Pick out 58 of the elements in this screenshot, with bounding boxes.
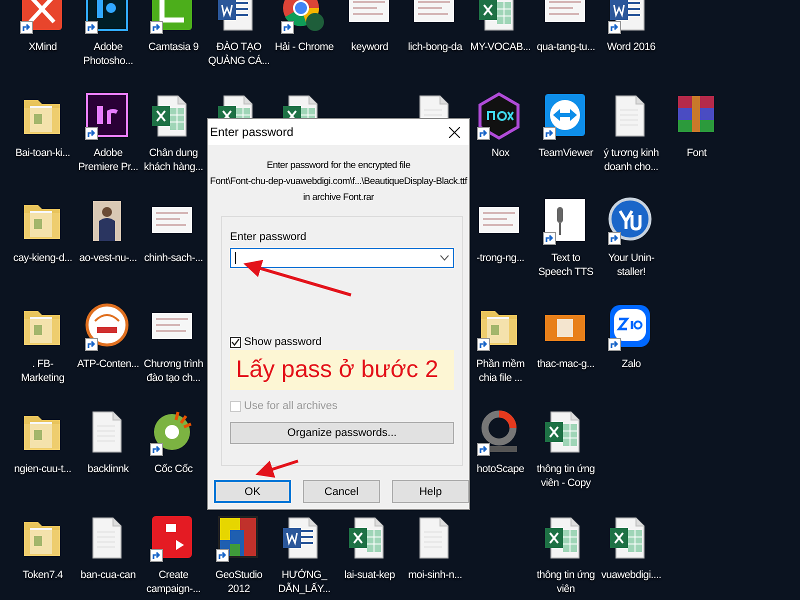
desktop-icon-label[interactable]: Token7.4	[22, 568, 63, 582]
desktop-icon-label[interactable]: ban-cua-can	[80, 568, 136, 582]
desktop-icon-label[interactable]: thông tin ứng viên	[534, 568, 598, 596]
desktop-icon-label[interactable]: chinh-sach-...	[144, 251, 203, 266]
desktop-icon-label[interactable]: vuawebdigi....	[601, 568, 662, 582]
field-label: Enter password	[230, 231, 308, 243]
desktop-icon-label[interactable]: moi-sinh-n...	[408, 568, 462, 582]
password-field[interactable]	[230, 248, 454, 268]
checkbox-label[interactable]: Show password	[244, 336, 322, 348]
desktop-icon-label[interactable]: thac-mac-g...	[537, 356, 594, 371]
desktop-icon-label[interactable]: Create campaign-...	[141, 568, 206, 596]
desktop-icon-label[interactable]: Nox	[492, 146, 510, 160]
organize-passwords-button[interactable]: Organize passwords...	[230, 422, 454, 444]
desktop-icon-label[interactable]: thông tin ứng viên - Copy	[534, 462, 598, 490]
desktop-icon-label[interactable]: Chương trình đào tạo ch...	[141, 356, 206, 385]
dialog-button[interactable]: OK	[214, 480, 291, 503]
checkbox[interactable]	[230, 336, 241, 348]
chevron-down-icon[interactable]	[440, 255, 449, 261]
dialog-message: in archive Font.rar	[303, 191, 374, 205]
dialog-button[interactable]: Help	[392, 480, 469, 503]
annotation-text: Lấy pass ở bước 2	[230, 350, 454, 390]
desktop-icon-label[interactable]: Phần mềm chia file ...	[468, 356, 532, 385]
desktop-icon-label[interactable]: -trong-ng...	[476, 251, 524, 266]
desktop-icon-label[interactable]: ĐÀO TẠO QUẢNG CÁ...	[206, 40, 271, 68]
desktop-icon-label[interactable]: keyword	[351, 40, 388, 54]
desktop-icon-label[interactable]: . FB-Marketing	[10, 356, 75, 385]
dialog-button[interactable]: Cancel	[303, 480, 380, 503]
desktop-icon-label[interactable]: XMind	[28, 40, 57, 54]
desktop-icon-label[interactable]: GeoStudio 2012	[206, 568, 271, 596]
desktop-icon-label[interactable]: ao-vest-nu-...	[79, 251, 137, 266]
desktop-icon-label[interactable]: HƯỚNG_ DẪN_LẤY...	[272, 568, 336, 596]
desktop-icon-label[interactable]: ATP-Conten...	[77, 356, 140, 371]
desktop-icon-label[interactable]: Font	[686, 146, 706, 160]
desktop-icon-label[interactable]: qua-tang-tu...	[536, 40, 595, 54]
desktop-icon-label[interactable]: Text to Speech TTS	[534, 251, 598, 280]
desktop-icon-label[interactable]: Cốc Cốc	[154, 462, 193, 476]
desktop-icon-label[interactable]: Zalo	[622, 356, 641, 371]
annotation-arrow	[255, 460, 298, 478]
desktop-icon-label[interactable]: lich-bong-da	[408, 40, 462, 54]
desktop-icon-label[interactable]: cay-kieng-d...	[13, 251, 72, 266]
desktop-icon-label[interactable]: Your Unin-staller!	[599, 251, 664, 280]
desktop-icon-label[interactable]: Camtasia 9	[148, 40, 199, 54]
dialog-message: Enter password for the encrypted file	[266, 159, 410, 173]
desktop-icon-label[interactable]: Bai-toan-ki...	[15, 146, 70, 160]
dialog-message: Font\Font-chu-dep-vuawebdigi.com\f...\BeautiqueDisplay-Black.ttf	[210, 175, 467, 189]
desktop-icon-label[interactable]: backlinnk	[88, 462, 129, 476]
desktop-icon-label[interactable]: hotoScape	[476, 462, 524, 476]
desktop-icon-label[interactable]: TeamViewer	[538, 146, 594, 160]
desktop-icon-label[interactable]: ý tương kinh doanh cho...	[599, 146, 664, 174]
desktop-icon-label[interactable]: MY-VOCAB...	[470, 40, 531, 54]
desktop-icon-label[interactable]: ngien-cuu-t...	[14, 462, 72, 476]
desktop-icon-label[interactable]: lai-suat-kep	[344, 568, 395, 582]
desktop-icon-label[interactable]: Adobe Premiere Pr...	[76, 146, 140, 174]
dialog-title: Enter password	[210, 125, 294, 139]
desktop-icon-label[interactable]: Word 2016	[606, 40, 656, 54]
desktop-icon-label[interactable]: Hải - Chrome	[274, 40, 334, 54]
desktop-icon-label[interactable]: Adobe Photosho...	[76, 40, 140, 68]
desktop-icon-label[interactable]: Chân dung khách hàng...	[141, 146, 206, 174]
